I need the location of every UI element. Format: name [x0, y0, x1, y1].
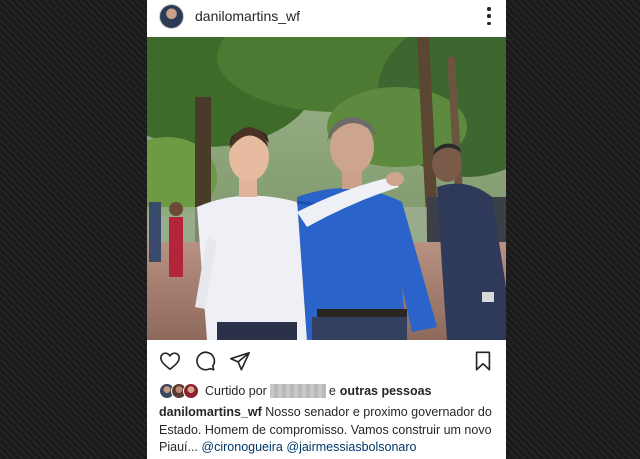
liked-by-and: e [328, 384, 336, 398]
mention-link[interactable]: @jairmessiasbolsonaro [286, 440, 416, 454]
heart-icon[interactable] [159, 350, 181, 372]
redacted-name [269, 384, 326, 398]
paper-plane-icon[interactable] [229, 350, 251, 372]
liker-avatar [183, 383, 199, 399]
user-avatar[interactable] [159, 4, 184, 29]
instagram-post: danilomartins_wf Curtido por e outras pe… [147, 0, 506, 459]
mention-link[interactable]: @cironogueira [201, 440, 282, 454]
more-vertical-icon[interactable] [486, 7, 492, 25]
bookmark-icon[interactable] [472, 350, 494, 372]
comment-bubble-icon[interactable] [194, 350, 216, 372]
action-bar [147, 340, 506, 380]
liked-others-link[interactable]: outras pessoas [340, 384, 432, 398]
post-photo[interactable] [147, 37, 506, 340]
likes-summary[interactable]: Curtido por e outras pessoas [159, 382, 499, 400]
post-header: danilomartins_wf [147, 0, 506, 37]
liked-by-label: Curtido por [205, 384, 267, 398]
caption-username[interactable]: danilomartins_wf [159, 405, 262, 419]
post-caption: danilomartins_wf Nosso senador e proximo… [159, 404, 499, 457]
post-username[interactable]: danilomartins_wf [195, 8, 300, 24]
